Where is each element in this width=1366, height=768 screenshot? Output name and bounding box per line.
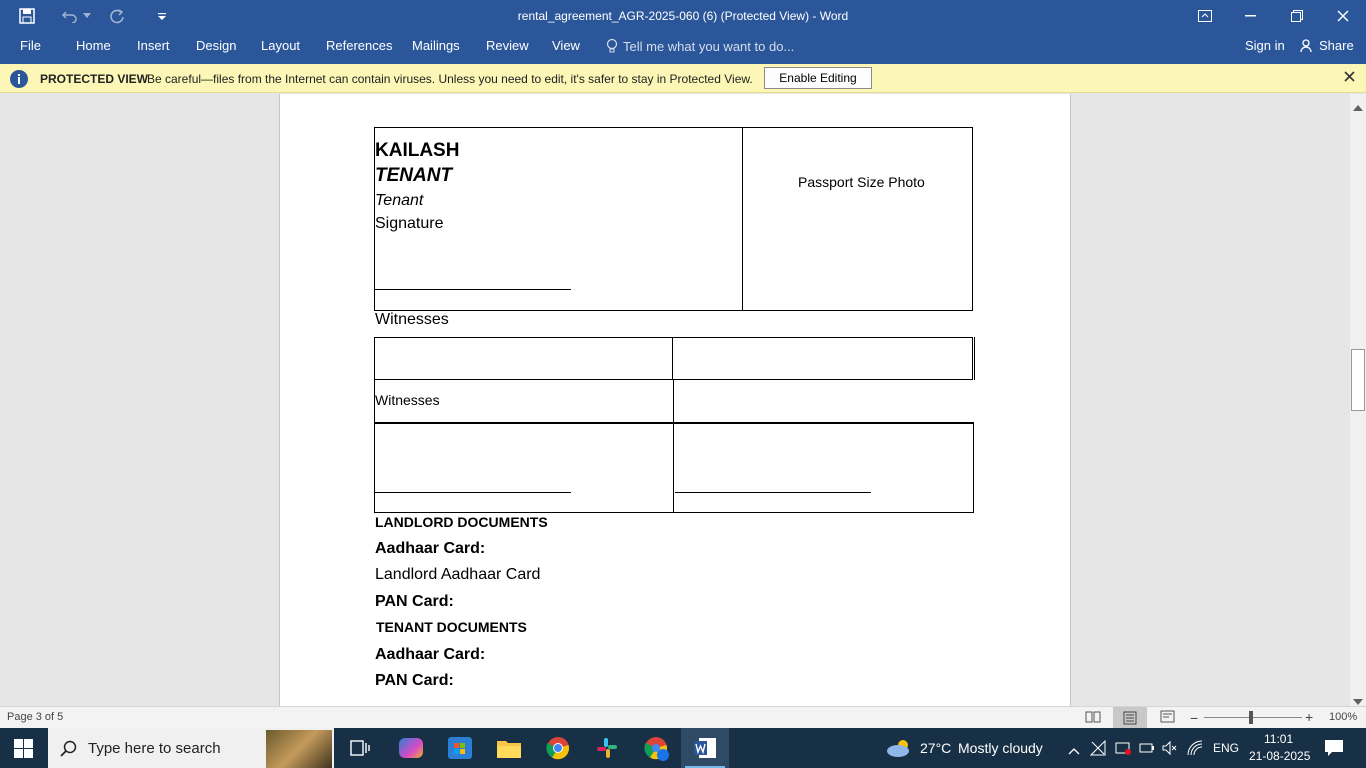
close-bar-icon[interactable] <box>1344 71 1355 85</box>
landlord-pan-label: PAN Card: <box>375 593 454 610</box>
web-layout-icon[interactable] <box>1160 710 1176 727</box>
word-icon <box>694 738 716 758</box>
share-label: Share <box>1319 38 1354 53</box>
witness-table-bottom <box>374 423 974 513</box>
close-window-icon[interactable] <box>1320 0 1366 32</box>
protected-view-message: Be careful—files from the Internet can c… <box>147 72 753 86</box>
meet-now-icon[interactable] <box>1115 740 1131 761</box>
tab-design[interactable]: Design <box>196 38 236 53</box>
search-placeholder: Type here to search <box>88 740 221 757</box>
landlord-aadhaar-label: Aadhaar Card: <box>375 540 486 557</box>
windows-start-icon[interactable] <box>14 739 33 763</box>
taskbar-search[interactable]: Type here to search <box>48 728 334 768</box>
witness-cell-2 <box>672 337 975 380</box>
witness-sign-cell-1 <box>374 423 674 513</box>
volume-muted-icon[interactable] <box>1162 740 1178 761</box>
zoom-in-icon[interactable]: + <box>1305 709 1313 725</box>
ribbon-display-options-icon[interactable] <box>1182 0 1228 32</box>
passport-photo-cell <box>742 127 973 311</box>
document-page: KAILASH TENANT Tenant Signature Passport… <box>279 94 1071 706</box>
taskbar: Type here to search 27°C Mostly cloudy E… <box>0 728 1366 768</box>
protected-view-label: PROTECTED VIEW <box>40 72 149 86</box>
tenant-aadhaar-label: Aadhaar Card: <box>375 646 486 663</box>
language-indicator[interactable]: ENG <box>1213 741 1239 755</box>
info-icon <box>10 70 28 88</box>
witnesses-heading: Witnesses <box>375 311 449 328</box>
ribbon-tabs: File Home Insert Design Layout Reference… <box>0 32 1366 64</box>
zoom-slider[interactable] <box>1204 717 1302 718</box>
tenant-role-bold: TENANT <box>375 165 453 186</box>
title-bar: rental_agreement_AGR-2025-060 (6) (Prote… <box>0 0 1366 32</box>
copilot-icon[interactable] <box>399 738 423 758</box>
tell-me-text: Tell me what you want to do... <box>623 38 795 54</box>
tab-review[interactable]: Review <box>486 38 529 53</box>
search-highlight-image <box>266 730 332 768</box>
tenant-pan-label: PAN Card: <box>375 672 454 689</box>
passport-photo-label: Passport Size Photo <box>798 174 925 190</box>
print-layout-icon[interactable] <box>1113 707 1147 728</box>
clock-date[interactable]: 21-08-2025 <box>1249 749 1310 763</box>
sign-in-link[interactable]: Sign in <box>1245 38 1285 53</box>
lightbulb-icon <box>606 38 618 53</box>
chevron-up-icon[interactable] <box>1068 742 1080 760</box>
task-view-icon[interactable] <box>350 740 370 761</box>
tab-home[interactable]: Home <box>76 38 111 53</box>
tab-layout[interactable]: Layout <box>261 38 300 53</box>
tenant-documents-heading: TENANT DOCUMENTS <box>376 619 527 635</box>
minimize-icon[interactable] <box>1228 0 1274 32</box>
enable-editing-button[interactable]: Enable Editing <box>764 67 872 89</box>
witness-table-top <box>374 337 975 380</box>
status-bar: Page 3 of 5 − + 100% <box>0 706 1366 728</box>
witnesses-cell-label: Witnesses <box>375 392 440 408</box>
witness-sign-cell-2 <box>672 423 974 513</box>
tab-file[interactable]: File <box>20 38 41 53</box>
witness-table-middle <box>374 379 974 423</box>
scroll-thumb[interactable] <box>1351 349 1365 411</box>
scroll-up-icon[interactable] <box>1353 98 1363 116</box>
search-icon <box>60 740 77 757</box>
page-count[interactable]: Page 3 of 5 <box>7 711 63 723</box>
zoom-out-icon[interactable]: − <box>1190 710 1198 726</box>
tenant-name: KAILASH <box>375 140 460 161</box>
store-icon[interactable] <box>448 737 472 759</box>
weather-description[interactable]: Mostly cloudy <box>958 740 1043 756</box>
chrome-profile-icon[interactable] <box>644 736 670 767</box>
protected-view-bar: PROTECTED VIEW Be careful—files from the… <box>0 64 1366 93</box>
clock-time[interactable]: 11:01 <box>1264 732 1293 746</box>
chrome-icon[interactable] <box>546 736 570 765</box>
tenant-signature-line <box>375 289 571 290</box>
notifications-icon[interactable] <box>1324 739 1344 762</box>
weather-icon[interactable] <box>886 738 914 763</box>
tab-insert[interactable]: Insert <box>137 38 170 53</box>
tenant-role: Tenant <box>375 192 424 209</box>
zoom-slider-thumb[interactable] <box>1249 711 1253 724</box>
share-button[interactable]: Share <box>1300 38 1354 53</box>
tab-references[interactable]: References <box>326 38 392 53</box>
battery-icon[interactable] <box>1139 740 1155 761</box>
tenant-signature-table <box>373 127 973 311</box>
landlord-documents-heading: LANDLORD DOCUMENTS <box>375 514 548 530</box>
restore-icon[interactable] <box>1274 0 1320 32</box>
document-area: KAILASH TENANT Tenant Signature Passport… <box>0 94 1350 706</box>
weather-temperature[interactable]: 27°C <box>920 740 951 756</box>
read-mode-icon[interactable] <box>1085 710 1101 727</box>
wifi-icon[interactable] <box>1187 740 1203 761</box>
window-title: rental_agreement_AGR-2025-060 (6) (Prote… <box>517 9 849 23</box>
person-icon <box>1300 38 1312 52</box>
zoom-level[interactable]: 100% <box>1329 711 1357 723</box>
network-off-icon[interactable] <box>1089 739 1106 761</box>
word-taskbar-button[interactable] <box>681 728 729 768</box>
witness-cell-1 <box>374 337 673 380</box>
tab-view[interactable]: View <box>552 38 580 53</box>
signature-label: Signature <box>375 215 444 232</box>
tab-mailings[interactable]: Mailings <box>412 38 460 53</box>
witness-2-signature-line <box>675 492 871 493</box>
witness-empty-cell <box>672 379 974 423</box>
witness-1-signature-line <box>375 492 571 493</box>
landlord-aadhaar-placeholder: Landlord Aadhaar Card <box>375 566 541 583</box>
slack-icon[interactable] <box>595 736 619 765</box>
tell-me-search[interactable]: Tell me what you want to do... <box>606 38 794 54</box>
file-explorer-icon[interactable] <box>497 739 521 763</box>
